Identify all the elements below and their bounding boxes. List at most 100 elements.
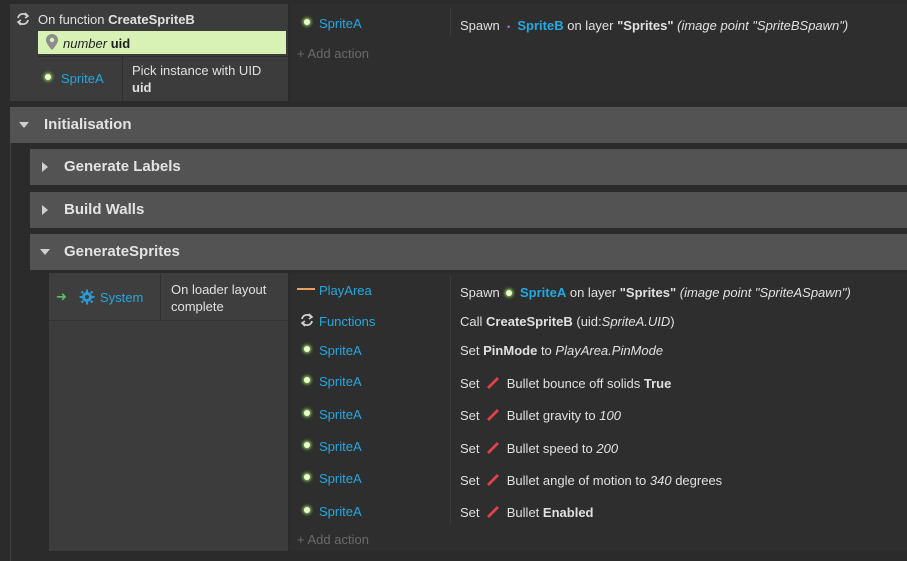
action-verb: Set <box>460 441 480 456</box>
sprite-icon <box>304 346 310 352</box>
group-body-indent <box>10 143 30 561</box>
group-title: Generate Labels <box>64 158 181 175</box>
expand-arrow-icon[interactable] <box>42 162 48 172</box>
action-object-name[interactable]: Functions <box>319 314 375 329</box>
playarea-icon <box>297 288 315 290</box>
action-object-name[interactable]: SpriteA <box>319 374 362 389</box>
add-action-button[interactable]: + Add action <box>297 532 369 547</box>
action-verb: Set <box>460 376 480 391</box>
condition-object-divider <box>160 274 161 320</box>
action-divider <box>450 8 451 36</box>
sprite-icon <box>304 19 310 25</box>
action-text[interactable]: Set Bullet Enabled <box>460 505 594 520</box>
condition-text-line1[interactable]: On loader layout <box>171 282 266 297</box>
action-spawn-text[interactable]: Spawn • SpriteB on layer "Sprites" (imag… <box>460 18 848 33</box>
action-connector: to <box>540 343 552 358</box>
add-action-label: Add action <box>307 46 369 61</box>
action-text[interactable]: Spawn SpriteA on layer "Sprites" (image … <box>460 285 851 300</box>
action-target: SpriteA <box>520 285 567 300</box>
group-title: Initialisation <box>44 116 132 133</box>
group-build-walls[interactable]: Build Walls <box>30 192 907 228</box>
call-param-value: SpriteA.UID <box>601 314 671 329</box>
action-imagepoint: (image point "SpriteBSpawn") <box>677 18 849 33</box>
sprite-icon <box>304 377 310 383</box>
add-action-button[interactable]: + Add action <box>297 46 369 61</box>
condition-text-line2[interactable]: complete <box>171 299 224 314</box>
action-verb: Call <box>460 314 483 329</box>
action-verb: Set <box>460 408 480 423</box>
action-object-name[interactable]: SpriteA <box>319 439 362 454</box>
action-divider <box>450 276 451 524</box>
action-object-name[interactable]: SpriteA <box>319 471 362 486</box>
system-gear-icon <box>79 289 95 305</box>
group-initialisation[interactable]: Initialisation <box>10 107 907 143</box>
sprite-icon <box>304 442 310 448</box>
bullet-behavior-icon <box>487 506 500 518</box>
action-object-name[interactable]: PlayArea <box>319 283 372 298</box>
bullet-behavior-icon <box>487 377 500 389</box>
action-target: SpriteB <box>517 18 564 33</box>
bullet-behavior-icon <box>487 474 500 486</box>
expand-arrow-icon[interactable] <box>42 205 48 215</box>
bullet-behavior-icon <box>487 442 500 454</box>
action-object-name[interactable]: SpriteA <box>319 407 362 422</box>
sprite-icon <box>45 74 51 80</box>
action-object-name[interactable]: SpriteA <box>319 504 362 519</box>
pick-object-name[interactable]: SpriteA <box>61 71 104 86</box>
property-value: 340 <box>649 473 672 488</box>
property-value: PlayArea.PinMode <box>555 343 664 358</box>
function-condition[interactable]: On function CreateSpriteB <box>38 12 195 27</box>
call-params-close: ) <box>670 314 675 329</box>
group-title: GenerateSprites <box>64 243 180 260</box>
pick-object-divider <box>122 57 123 101</box>
action-on-layer: on layer <box>569 285 617 300</box>
property-value: True <box>643 376 672 391</box>
sprite-icon <box>304 507 310 513</box>
pick-condition-text[interactable]: Pick instance with UID <box>132 63 261 78</box>
behavior-property: Bullet speed to <box>506 441 593 456</box>
collapse-arrow-icon[interactable] <box>19 122 29 128</box>
sprite-icon <box>304 410 310 416</box>
group-generate-labels[interactable]: Generate Labels <box>30 149 907 185</box>
function-name: CreateSpriteB <box>486 314 573 329</box>
pick-condition-separator <box>38 56 288 57</box>
pick-condition-param: uid <box>132 80 152 95</box>
action-on-layer: on layer <box>567 18 614 33</box>
sprite-icon <box>506 290 513 296</box>
behavior-property: Bullet <box>506 505 540 520</box>
behavior-property: Bullet angle of motion to <box>506 473 647 488</box>
param-name: uid <box>110 36 131 51</box>
action-text[interactable]: Set Bullet angle of motion to 340 degree… <box>460 473 722 488</box>
action-text[interactable]: Set PinMode to PlayArea.PinMode <box>460 343 663 358</box>
action-verb: Set <box>460 473 480 488</box>
collapse-arrow-icon[interactable] <box>40 249 50 255</box>
property-value: 100 <box>599 408 621 423</box>
action-text[interactable]: Set Bullet gravity to 100 <box>460 408 621 423</box>
action-text[interactable]: Call CreateSpriteB (uid:SpriteA.UID) <box>460 314 675 329</box>
location-pin-icon <box>46 34 58 50</box>
action-verb: Set <box>460 343 480 358</box>
condition-object-name[interactable]: System <box>100 290 143 305</box>
action-object-name[interactable]: SpriteA <box>319 16 362 31</box>
action-verb: Spawn <box>460 285 500 300</box>
call-params-open: (uid: <box>576 314 602 329</box>
function-name: CreateSpriteB <box>108 12 195 27</box>
action-text[interactable]: Set Bullet speed to 200 <box>460 441 618 456</box>
property-name: PinMode <box>483 343 538 358</box>
spriteb-icon: • <box>506 22 511 32</box>
action-object-name[interactable]: SpriteA <box>319 343 362 358</box>
group-generate-sprites[interactable]: GenerateSprites <box>30 234 907 270</box>
functions-icon <box>300 313 314 327</box>
trigger-arrow-icon: ➜ <box>56 289 67 304</box>
bullet-behavior-icon <box>487 409 500 421</box>
behavior-property: Bullet bounce off solids <box>506 376 641 391</box>
property-value: 200 <box>596 441 619 456</box>
param-type: number <box>63 36 108 51</box>
add-action-label: Add action <box>307 532 369 547</box>
function-loop-icon <box>16 12 30 26</box>
action-layer: "Sprites" <box>617 18 674 33</box>
action-text[interactable]: Set Bullet bounce off solids True <box>460 376 671 391</box>
action-verb: Spawn <box>460 18 500 33</box>
parameter-text: number uid <box>63 36 130 51</box>
property-unit: degrees <box>675 473 723 488</box>
